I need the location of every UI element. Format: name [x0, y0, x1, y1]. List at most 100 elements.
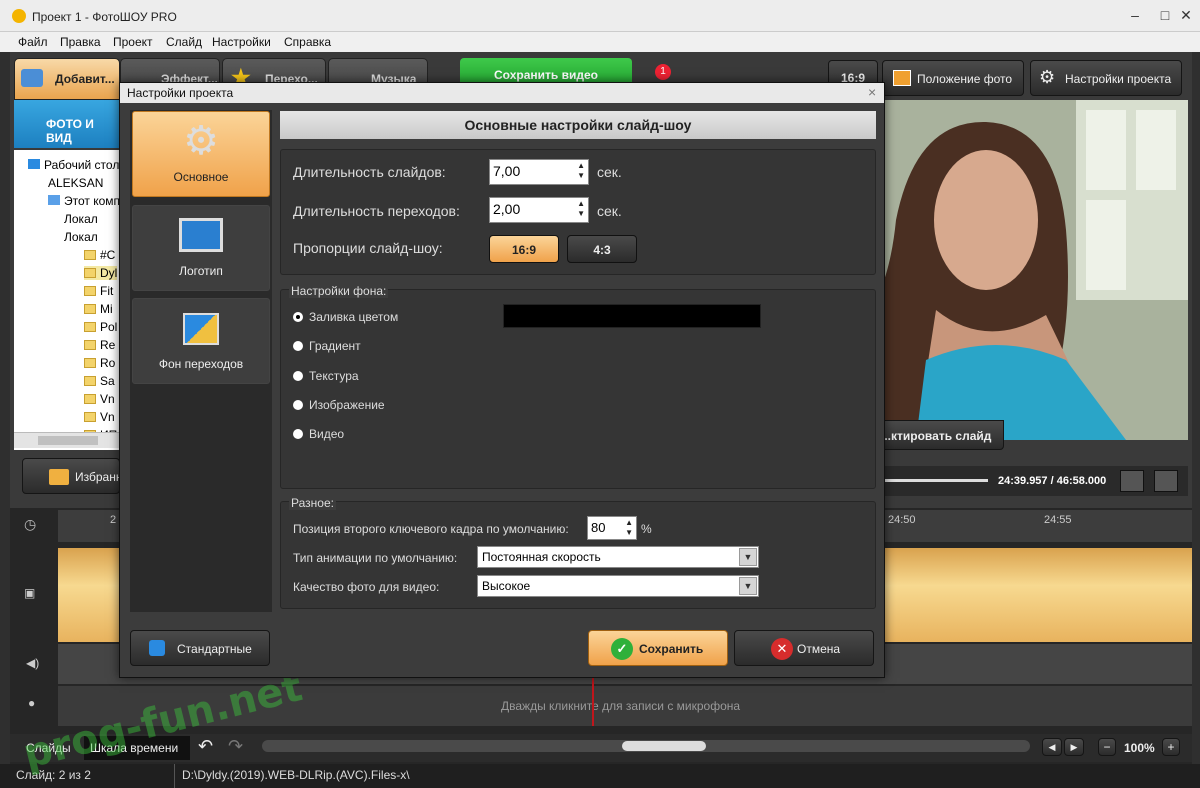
timeline-scrollbar[interactable]: [262, 740, 1030, 752]
seek-bar[interactable]: [880, 479, 988, 482]
cancel-label: Отмена: [797, 642, 841, 656]
playhead[interactable]: [592, 676, 594, 726]
nav-general[interactable]: ⚙ Основное: [132, 111, 270, 197]
menu-settings[interactable]: Настройки: [212, 35, 271, 49]
gear-icon: ⚙: [183, 119, 219, 163]
photo-video-header[interactable]: ФОТО И ВИД: [14, 100, 120, 148]
radio-fill-color[interactable]: Заливка цветом: [293, 310, 398, 324]
tree-item[interactable]: Fit: [84, 284, 113, 298]
folder-icon: [84, 268, 96, 278]
edit-slide-button[interactable]: ...ктировать слайд: [876, 420, 1004, 450]
keyframe-input[interactable]: 80 ▲ ▼: [587, 516, 637, 540]
zoom-out-button[interactable]: −: [1098, 738, 1116, 756]
radio-gradient[interactable]: Градиент: [293, 339, 361, 353]
snapshot-icon[interactable]: [1120, 470, 1144, 492]
redo-icon[interactable]: ↷: [228, 736, 243, 757]
ratio-16-9-button[interactable]: 16:9: [489, 235, 559, 263]
unit-label: сек.: [597, 164, 622, 180]
radio-image[interactable]: Изображение: [293, 398, 385, 412]
defaults-button[interactable]: Стандартные: [130, 630, 270, 666]
tree-item[interactable]: Локал: [64, 230, 98, 244]
save-button[interactable]: ✓ Сохранить: [588, 630, 728, 666]
mic-hint: Дважды кликните для записи с микрофона: [501, 699, 741, 713]
tree-item[interactable]: Re: [84, 338, 115, 352]
menu-bar: Файл Правка Проект Слайд Настройки Справ…: [0, 32, 1200, 52]
timeline-scroll-thumb[interactable]: [622, 741, 706, 751]
notification-badge[interactable]: 1: [655, 64, 671, 80]
checkmark-icon: ✓: [611, 638, 633, 660]
menu-file[interactable]: Файл: [18, 35, 48, 49]
tree-item[interactable]: Локал: [64, 212, 98, 226]
camera-icon: [21, 69, 43, 87]
background-image-icon: [183, 313, 219, 345]
close-window-button[interactable]: ✕: [1176, 5, 1196, 25]
dropdown-arrow-icon: ▼: [739, 548, 757, 566]
dialog-close-button[interactable]: ×: [868, 84, 876, 100]
animation-select[interactable]: Постоянная скорость ▼: [477, 546, 759, 568]
tick-label: 24:55: [1044, 514, 1072, 526]
background-color-swatch[interactable]: [503, 304, 761, 328]
tree-item[interactable]: Vn: [84, 410, 115, 424]
ratio-4-3-button[interactable]: 4:3: [567, 235, 637, 263]
undo-icon[interactable]: ↶: [198, 736, 213, 757]
project-settings-button[interactable]: ⚙ Настройки проекта: [1030, 60, 1182, 96]
slide-duration-input[interactable]: 7,00 ▲ ▼: [489, 159, 589, 185]
tree-item[interactable]: Dyl: [84, 266, 118, 280]
maximize-button[interactable]: □: [1155, 5, 1175, 25]
nav-transition-background[interactable]: Фон переходов: [132, 298, 270, 384]
favorites-button[interactable]: Избранн: [22, 458, 123, 494]
radio-texture[interactable]: Текстура: [293, 369, 359, 383]
folder-icon: [84, 376, 96, 386]
tree-item[interactable]: Ro: [84, 356, 115, 370]
fullscreen-icon[interactable]: [1154, 470, 1178, 492]
tree-item[interactable]: Vn: [84, 392, 115, 406]
photo-position-label: Положение фото: [917, 72, 1013, 86]
desktop-icon: [28, 159, 40, 169]
menu-help[interactable]: Справка: [284, 35, 331, 49]
tree-item[interactable]: Mi: [84, 302, 113, 316]
quality-select[interactable]: Высокое ▼: [477, 575, 759, 597]
image-icon: [893, 70, 911, 86]
spin-arrows-icon: ▲ ▼: [577, 161, 585, 180]
folder-tree[interactable]: Рабочий стол ALEKSAN Этот компь Локал Ло…: [14, 150, 126, 450]
minimize-button[interactable]: –: [1125, 5, 1145, 25]
tree-item[interactable]: Рабочий стол: [28, 158, 119, 172]
section-header: Основные настройки слайд-шоу: [280, 111, 876, 139]
nav-general-label: Основное: [173, 170, 229, 184]
favorites-folder-icon: [49, 469, 69, 485]
photo-position-button[interactable]: Положение фото: [882, 60, 1024, 96]
spin-arrows-icon: ▲ ▼: [577, 199, 585, 218]
menu-slide[interactable]: Слайд: [166, 35, 202, 49]
tree-item[interactable]: ALEKSAN: [48, 176, 103, 190]
animation-label: Тип анимации по умолчанию:: [293, 551, 458, 565]
next-arrow-icon[interactable]: ▶: [1064, 738, 1084, 756]
slide-preview[interactable]: [876, 100, 1188, 440]
zoom-in-button[interactable]: +: [1162, 738, 1180, 756]
tree-scrollbar[interactable]: [14, 432, 120, 448]
radio-video[interactable]: Видео: [293, 427, 344, 441]
tree-item[interactable]: Pol: [84, 320, 117, 334]
player-bar: 24:39.957 / 46:58.000: [876, 466, 1188, 496]
menu-edit[interactable]: Правка: [60, 35, 101, 49]
cancel-button[interactable]: ✕ Отмена: [734, 630, 874, 666]
computer-icon: [48, 195, 60, 205]
unit-label: сек.: [597, 203, 622, 219]
folder-icon: [84, 250, 96, 260]
tab-add[interactable]: Добавит...: [14, 58, 120, 100]
save-label: Сохранить: [639, 642, 704, 656]
nav-logo-label: Логотип: [179, 264, 223, 278]
nav-logo[interactable]: Логотип: [132, 205, 270, 291]
defaults-label: Стандартные: [177, 642, 252, 656]
divider: [174, 764, 175, 788]
favorites-label: Избранн: [75, 470, 123, 484]
menu-project[interactable]: Проект: [113, 35, 153, 49]
folder-icon: [84, 322, 96, 332]
tree-item[interactable]: Этот компь: [48, 194, 126, 208]
tree-item[interactable]: #C: [84, 248, 115, 262]
prev-arrow-icon[interactable]: ◀: [1042, 738, 1062, 756]
tree-item[interactable]: Sa: [84, 374, 115, 388]
transition-duration-input[interactable]: 2,00 ▲ ▼: [489, 197, 589, 223]
misc-panel: Разное: Позиция второго ключевого кадра …: [280, 496, 876, 609]
speaker-icon: ◀): [26, 656, 40, 670]
scrollbar-thumb[interactable]: [38, 436, 98, 445]
